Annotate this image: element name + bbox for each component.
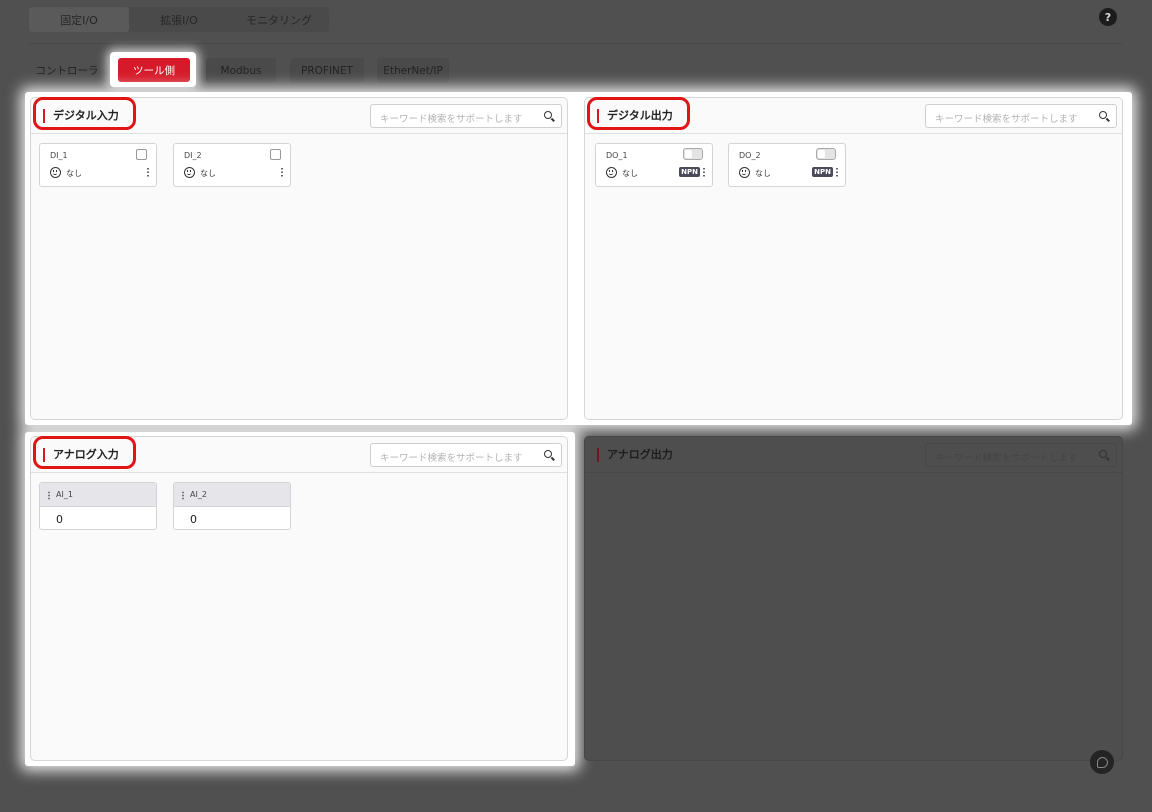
chat-button[interactable] <box>1090 750 1114 774</box>
panel-header: アナログ入力 キーワード検索をサポートします <box>31 436 567 473</box>
ai-card-header: AI_1 <box>40 483 156 507</box>
analog-value: 0 <box>190 513 197 526</box>
search-icon[interactable] <box>1099 450 1107 458</box>
output-toggle[interactable] <box>683 148 703 160</box>
panel-header: アナログ出力 キーワード検索をサポートします <box>585 437 1122 473</box>
search-placeholder: キーワード検索をサポートします <box>380 114 523 125</box>
drag-handle-icon[interactable] <box>48 491 50 500</box>
subtab-tool-side[interactable]: ツール側 <box>118 58 190 82</box>
search-input[interactable]: キーワード検索をサポートします <box>925 443 1117 467</box>
face-icon <box>50 167 61 178</box>
subtab-profinet[interactable]: PROFINET <box>290 58 364 83</box>
tab-monitoring[interactable]: モニタリング <box>229 7 329 32</box>
card-name: DO_2 <box>739 151 761 160</box>
more-vertical-icon[interactable] <box>147 167 149 177</box>
panel-analog-input: アナログ入力 キーワード検索をサポートします AI_1 0 AI_2 0 <box>30 436 568 761</box>
drag-handle-icon[interactable] <box>182 491 184 500</box>
tab-extended-io[interactable]: 拡張I/O <box>129 7 229 32</box>
panel-digital-output: デジタル出力 キーワード検索をサポートします DO_1 なし NPN DO_2 … <box>584 97 1123 420</box>
panel-title: アナログ出力 <box>597 448 673 462</box>
card-name: AI_1 <box>56 490 73 499</box>
io-card-do-2[interactable]: DO_2 なし NPN <box>728 143 846 187</box>
card-name: DO_1 <box>606 151 628 160</box>
subtab-ethernet-ip[interactable]: EtherNet/IP <box>377 58 449 83</box>
more-vertical-icon[interactable] <box>281 167 283 177</box>
panel-analog-output: アナログ出力 キーワード検索をサポートします <box>584 436 1123 761</box>
card-label: なし <box>200 169 216 178</box>
face-icon <box>184 167 195 178</box>
npn-badge: NPN <box>679 167 700 177</box>
search-icon[interactable] <box>544 450 552 458</box>
top-tab-bar: 固定I/O 拡張I/O モニタリング <box>29 7 329 32</box>
face-icon <box>606 167 617 178</box>
status-checkbox[interactable] <box>270 149 281 160</box>
search-input[interactable]: キーワード検索をサポートします <box>925 104 1117 128</box>
search-icon[interactable] <box>1099 111 1107 119</box>
subtab-modbus[interactable]: Modbus <box>206 58 276 83</box>
search-input[interactable]: キーワード検索をサポートします <box>370 104 562 128</box>
io-card-do-1[interactable]: DO_1 なし NPN <box>595 143 713 187</box>
io-card-di-2[interactable]: DI_2 なし <box>173 143 291 187</box>
more-vertical-icon[interactable] <box>836 167 838 177</box>
card-label: なし <box>755 169 771 178</box>
search-placeholder: キーワード検索をサポートします <box>380 453 523 464</box>
io-card-ai-1[interactable]: AI_1 0 <box>39 482 157 530</box>
search-icon[interactable] <box>544 111 552 119</box>
subtab-controller[interactable]: コントローラ <box>29 58 105 83</box>
panel-header: デジタル入力 キーワード検索をサポートします <box>31 97 567 134</box>
search-placeholder: キーワード検索をサポートします <box>935 114 1078 125</box>
card-name: DI_2 <box>184 151 202 160</box>
io-card-di-1[interactable]: DI_1 なし <box>39 143 157 187</box>
panel-header: デジタル出力 キーワード検索をサポートします <box>585 97 1122 134</box>
npn-badge: NPN <box>812 167 833 177</box>
panel-digital-input: デジタル入力 キーワード検索をサポートします DI_1 なし DI_2 なし <box>30 97 568 420</box>
analog-value: 0 <box>56 513 63 526</box>
face-icon <box>739 167 750 178</box>
io-card-ai-2[interactable]: AI_2 0 <box>173 482 291 530</box>
card-name: DI_1 <box>50 151 68 160</box>
search-input[interactable]: キーワード検索をサポートします <box>370 443 562 467</box>
panel-title: アナログ入力 <box>43 448 119 462</box>
more-vertical-icon[interactable] <box>703 167 705 177</box>
ai-card-header: AI_2 <box>174 483 290 507</box>
card-label: なし <box>66 169 82 178</box>
output-toggle[interactable] <box>816 148 836 160</box>
card-name: AI_2 <box>190 490 207 499</box>
tab-fixed-io[interactable]: 固定I/O <box>29 7 129 32</box>
panel-title: デジタル出力 <box>597 109 673 123</box>
search-placeholder: キーワード検索をサポートします <box>935 453 1078 464</box>
help-icon[interactable]: ? <box>1099 8 1117 26</box>
header-divider <box>29 43 1122 44</box>
panel-title: デジタル入力 <box>43 109 119 123</box>
status-checkbox[interactable] <box>136 149 147 160</box>
chat-icon <box>1096 756 1108 768</box>
card-label: なし <box>622 169 638 178</box>
